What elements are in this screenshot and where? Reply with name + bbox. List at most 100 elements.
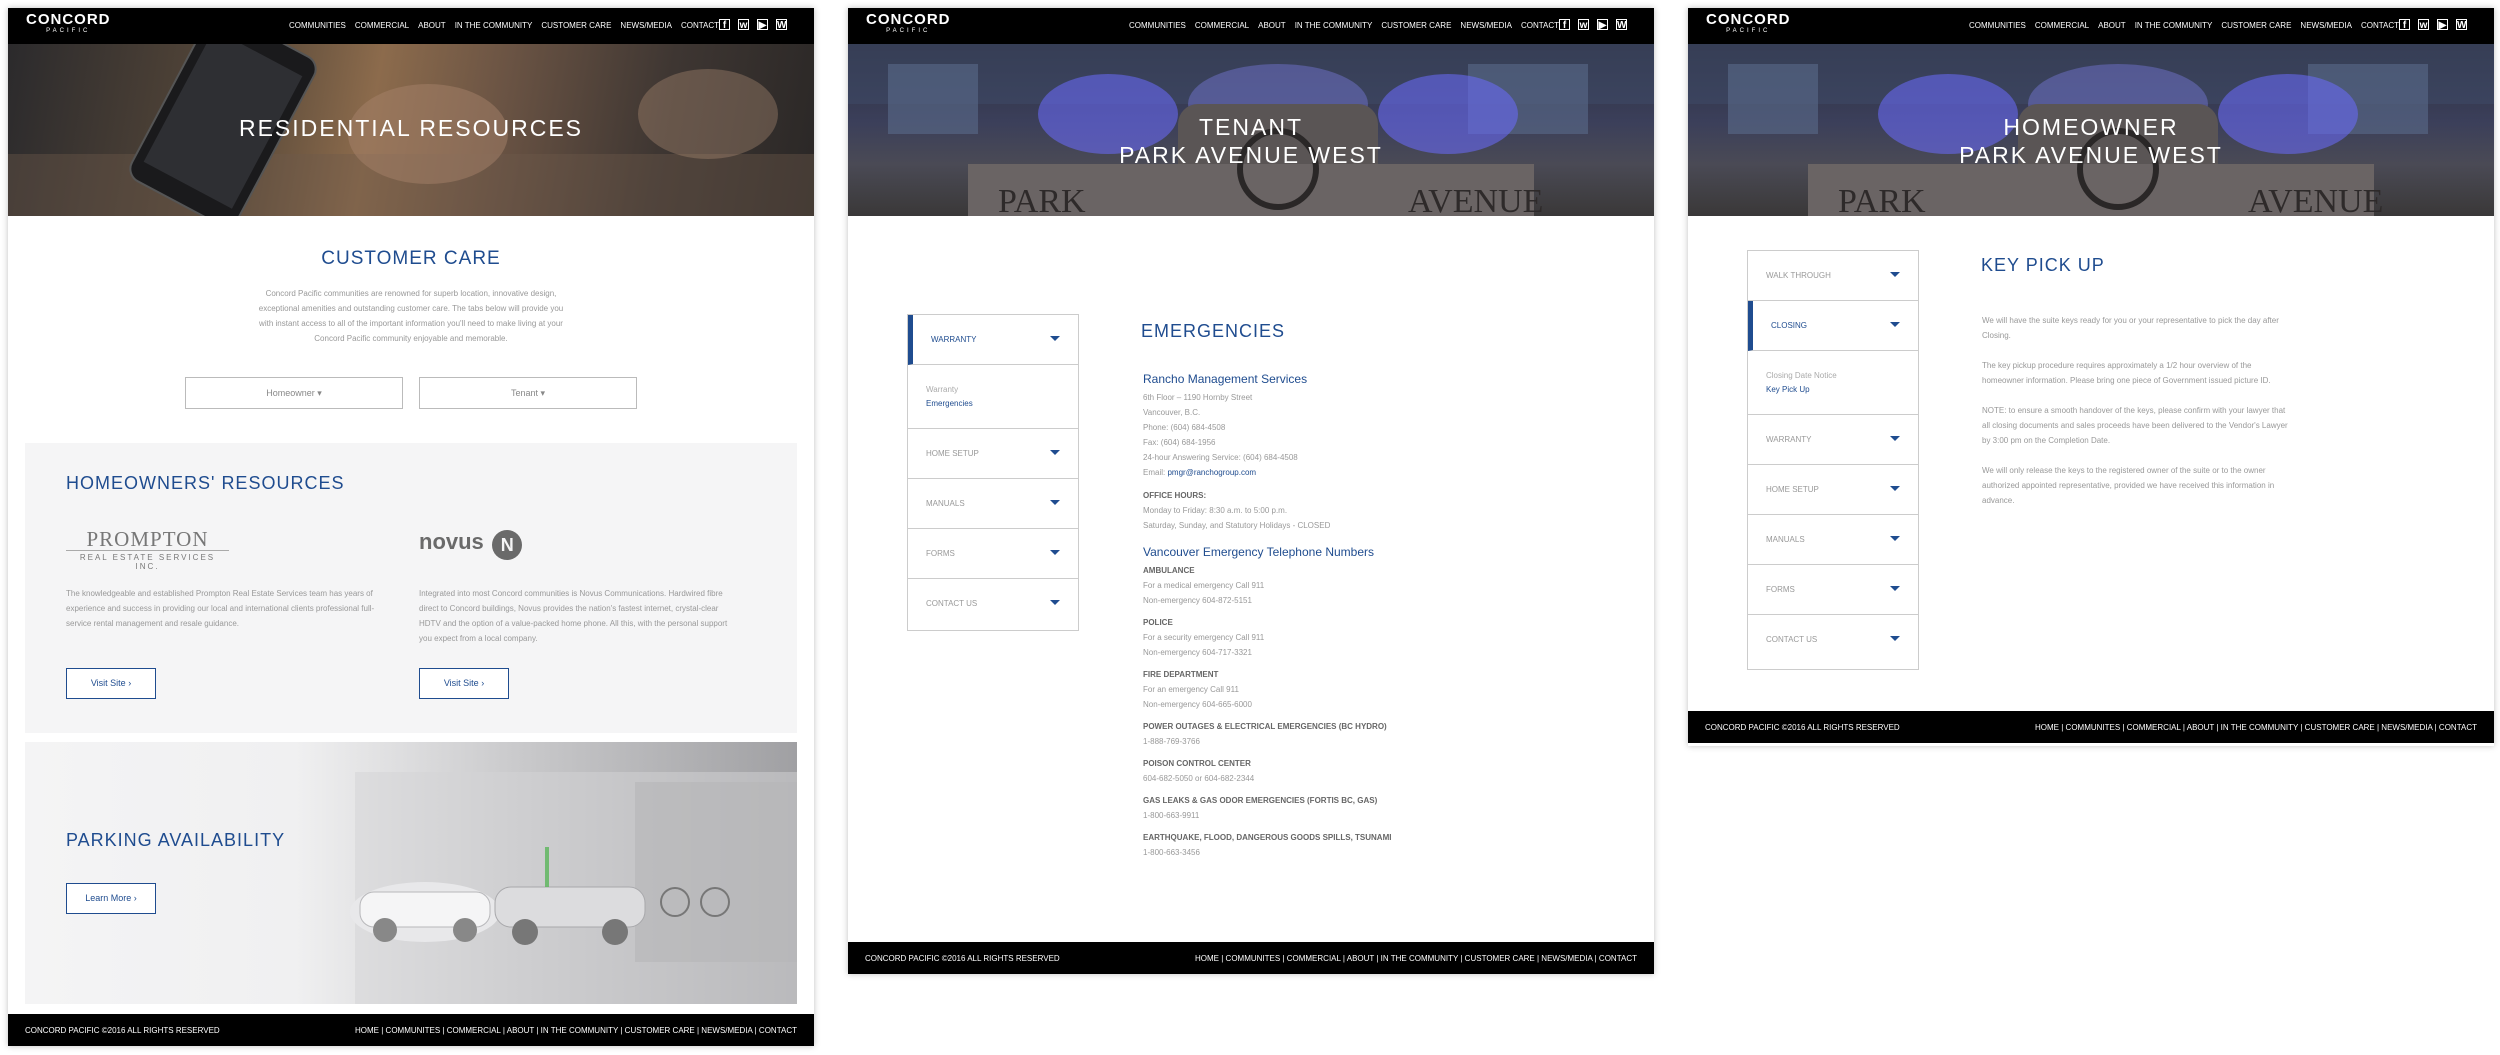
emergency-ambulance: AMBULANCE For a medical emergency Call 91… (1143, 566, 1265, 605)
sidebar-item-warranty[interactable]: WARRANTY (1748, 415, 1918, 465)
tenant-dropdown[interactable]: Tenant ▾ (419, 377, 637, 409)
nav-contact[interactable]: CONTACT (1521, 21, 1559, 30)
facebook-icon[interactable]: f (2399, 19, 2410, 31)
sidebar-item-contact-us[interactable]: CONTACT US (908, 579, 1078, 629)
social-icons: f w ▶ W (1559, 19, 1627, 31)
chevron-down-icon (1890, 586, 1900, 591)
nav-customer-care[interactable]: CUSTOMER CARE (541, 21, 611, 30)
nav-customer-care[interactable]: CUSTOMER CARE (2221, 21, 2291, 30)
svg-text:PARK: PARK (998, 183, 1086, 216)
nav-communities[interactable]: COMMUNITIES (1969, 21, 2026, 30)
nav-news-media[interactable]: NEWS/MEDIA (2300, 21, 2352, 30)
weibo-icon[interactable]: W (1616, 19, 1627, 31)
sidebar-item-walk-through[interactable]: WALK THROUGH (1748, 251, 1918, 301)
novus-n-icon: N (492, 529, 523, 560)
chevron-down-icon (1050, 450, 1060, 455)
chevron-down-icon (1890, 536, 1900, 541)
main-menu: COMMUNITIES COMMERCIAL ABOUT IN THE COMMUNI… (1129, 21, 1568, 30)
novus-text: Integrated into most Concord communities… (419, 589, 728, 643)
sidebar-submenu-closing: Closing Date Notice Key Pick Up (1748, 351, 1918, 415)
homeowner-sidebar: WALK THROUGH CLOSING Closing Date Notice… (1747, 250, 1919, 670)
nav-contact[interactable]: CONTACT (2361, 21, 2399, 30)
nav-contact[interactable]: CONTACT (681, 21, 719, 30)
concord-logo[interactable]: CONCORD PACIFIC (26, 12, 111, 35)
chevron-down-icon (1890, 486, 1900, 491)
chevron-down-icon (1050, 336, 1060, 341)
chevron-right-icon: › (128, 678, 132, 688)
nav-about[interactable]: ABOUT (1258, 21, 1286, 30)
facebook-icon[interactable]: f (719, 19, 730, 31)
sidebar-item-manuals[interactable]: MANUALS (908, 479, 1078, 529)
nav-news-media[interactable]: NEWS/MEDIA (1460, 21, 1512, 30)
hero-title-line2: PARK AVENUE WEST (1959, 142, 2223, 168)
prompton-logo[interactable]: PROMPTON REAL ESTATE SERVICES INC. (66, 528, 229, 571)
nav-in-the-community[interactable]: IN THE COMMUNITY (1295, 21, 1373, 30)
nav-commercial[interactable]: COMMERCIAL (1195, 21, 1249, 30)
nav-commercial[interactable]: COMMERCIAL (355, 21, 409, 30)
nav-commercial[interactable]: COMMERCIAL (2035, 21, 2089, 30)
hero-title-line1: HOMEOWNER (2003, 114, 2179, 140)
chevron-down-icon (1890, 636, 1900, 641)
sidebar-item-manuals[interactable]: MANUALS (1748, 515, 1918, 565)
sidebar-item-contact-us[interactable]: CONTACT US (1748, 615, 1918, 665)
social-icons: f w ▶ W (2399, 19, 2467, 31)
homeowner-key-pickup-page: CONCORD PACIFIC COMMUNITIES COMMERCIAL ABOU… (1688, 8, 2494, 746)
sidebar-subitem-closing-date-notice[interactable]: Closing Date Notice (1766, 371, 1837, 380)
novus-visit-site-button[interactable]: Visit Site › (419, 668, 509, 699)
sidebar-item-closing[interactable]: CLOSING (1748, 301, 1918, 351)
youtube-icon[interactable]: ▶ (2437, 19, 2448, 31)
homeowner-dropdown[interactable]: Homeowner ▾ (185, 377, 403, 409)
key-pick-up-text: We will have the suite keys ready for yo… (1982, 316, 2288, 505)
prompton-text: The knowledgeable and established Prompt… (66, 589, 375, 628)
tenant-sidebar: WARRANTY Warranty Emergencies HOME SETUP… (907, 314, 1079, 631)
wechat-icon[interactable]: w (2418, 19, 2429, 31)
caret-down-icon: ▾ (317, 388, 322, 398)
sidebar-subitem-key-pick-up[interactable]: Key Pick Up (1766, 385, 1810, 394)
footer-links[interactable]: HOME | COMMUNITES | COMMERCIAL | ABOUT |… (2035, 723, 2477, 732)
facebook-icon[interactable]: f (1559, 19, 1570, 31)
weibo-icon[interactable]: W (2456, 19, 2467, 31)
sidebar-item-forms[interactable]: FORMS (908, 529, 1078, 579)
nav-about[interactable]: ABOUT (418, 21, 446, 30)
nav-customer-care[interactable]: CUSTOMER CARE (1381, 21, 1451, 30)
sidebar-item-home-setup[interactable]: HOME SETUP (1748, 465, 1918, 515)
sidebar-item-warranty[interactable]: WARRANTY (908, 315, 1078, 365)
wechat-icon[interactable]: w (1578, 19, 1589, 31)
garage-cars-image (350, 772, 797, 1004)
chevron-down-icon (1890, 322, 1900, 327)
youtube-icon[interactable]: ▶ (1597, 19, 1608, 31)
learn-more-button[interactable]: Learn More › (66, 883, 156, 914)
concord-logo[interactable]: CONCORD PACIFIC (866, 12, 951, 35)
chevron-down-icon (1050, 500, 1060, 505)
chevron-down-icon (1890, 272, 1900, 277)
nav-about[interactable]: ABOUT (2098, 21, 2126, 30)
email-link[interactable]: pmgr@ranchogroup.com (1167, 468, 1256, 477)
sidebar-subitem-warranty[interactable]: Warranty (926, 385, 958, 394)
nav-in-the-community[interactable]: IN THE COMMUNITY (455, 21, 533, 30)
nav-news-media[interactable]: NEWS/MEDIA (620, 21, 672, 30)
emergencies-title: EMERGENCIES (1141, 321, 1286, 341)
customer-care-title: CUSTOMER CARE (321, 248, 501, 269)
sidebar-item-forms[interactable]: FORMS (1748, 565, 1918, 615)
youtube-icon[interactable]: ▶ (757, 19, 768, 31)
nav-in-the-community[interactable]: IN THE COMMUNITY (2135, 21, 2213, 30)
chevron-down-icon (1050, 550, 1060, 555)
emergency-earthquake: EARTHQUAKE, FLOOD, DANGEROUS GOODS SPILL… (1143, 833, 1392, 857)
sidebar-item-home-setup[interactable]: HOME SETUP (908, 429, 1078, 479)
nav-communities[interactable]: COMMUNITIES (289, 21, 346, 30)
footer-copyright: CONCORD PACIFIC ©2016 ALL RIGHTS RESERVE… (1705, 723, 1900, 732)
caret-down-icon: ▾ (540, 388, 546, 398)
wechat-icon[interactable]: w (738, 19, 749, 31)
footer-links[interactable]: HOME | COMMUNITES | COMMERCIAL | ABOUT |… (1195, 954, 1637, 963)
emergency-poison: POISON CONTROL CENTER 604-682-5050 or 604… (1143, 759, 1255, 783)
sidebar-subitem-emergencies[interactable]: Emergencies (926, 399, 973, 408)
footer-links[interactable]: HOME | COMMUNITES | COMMERCIAL | ABOUT |… (355, 1026, 797, 1035)
novus-logo[interactable]: novus N (419, 529, 523, 560)
nav-communities[interactable]: COMMUNITIES (1129, 21, 1186, 30)
weibo-icon[interactable]: W (776, 19, 787, 31)
prompton-visit-site-button[interactable]: Visit Site › (66, 668, 156, 699)
emergency-police: POLICE For a security emergency Call 911 N… (1143, 618, 1265, 657)
footer: CONCORD PACIFIC ©2016 ALL RIGHTS RESERVE… (848, 942, 1654, 974)
tenant-emergencies-page: CONCORD PACIFIC COMMUNITIES COMMERCIAL ABOU… (848, 8, 1654, 974)
concord-logo[interactable]: CONCORD PACIFIC (1706, 12, 1791, 35)
